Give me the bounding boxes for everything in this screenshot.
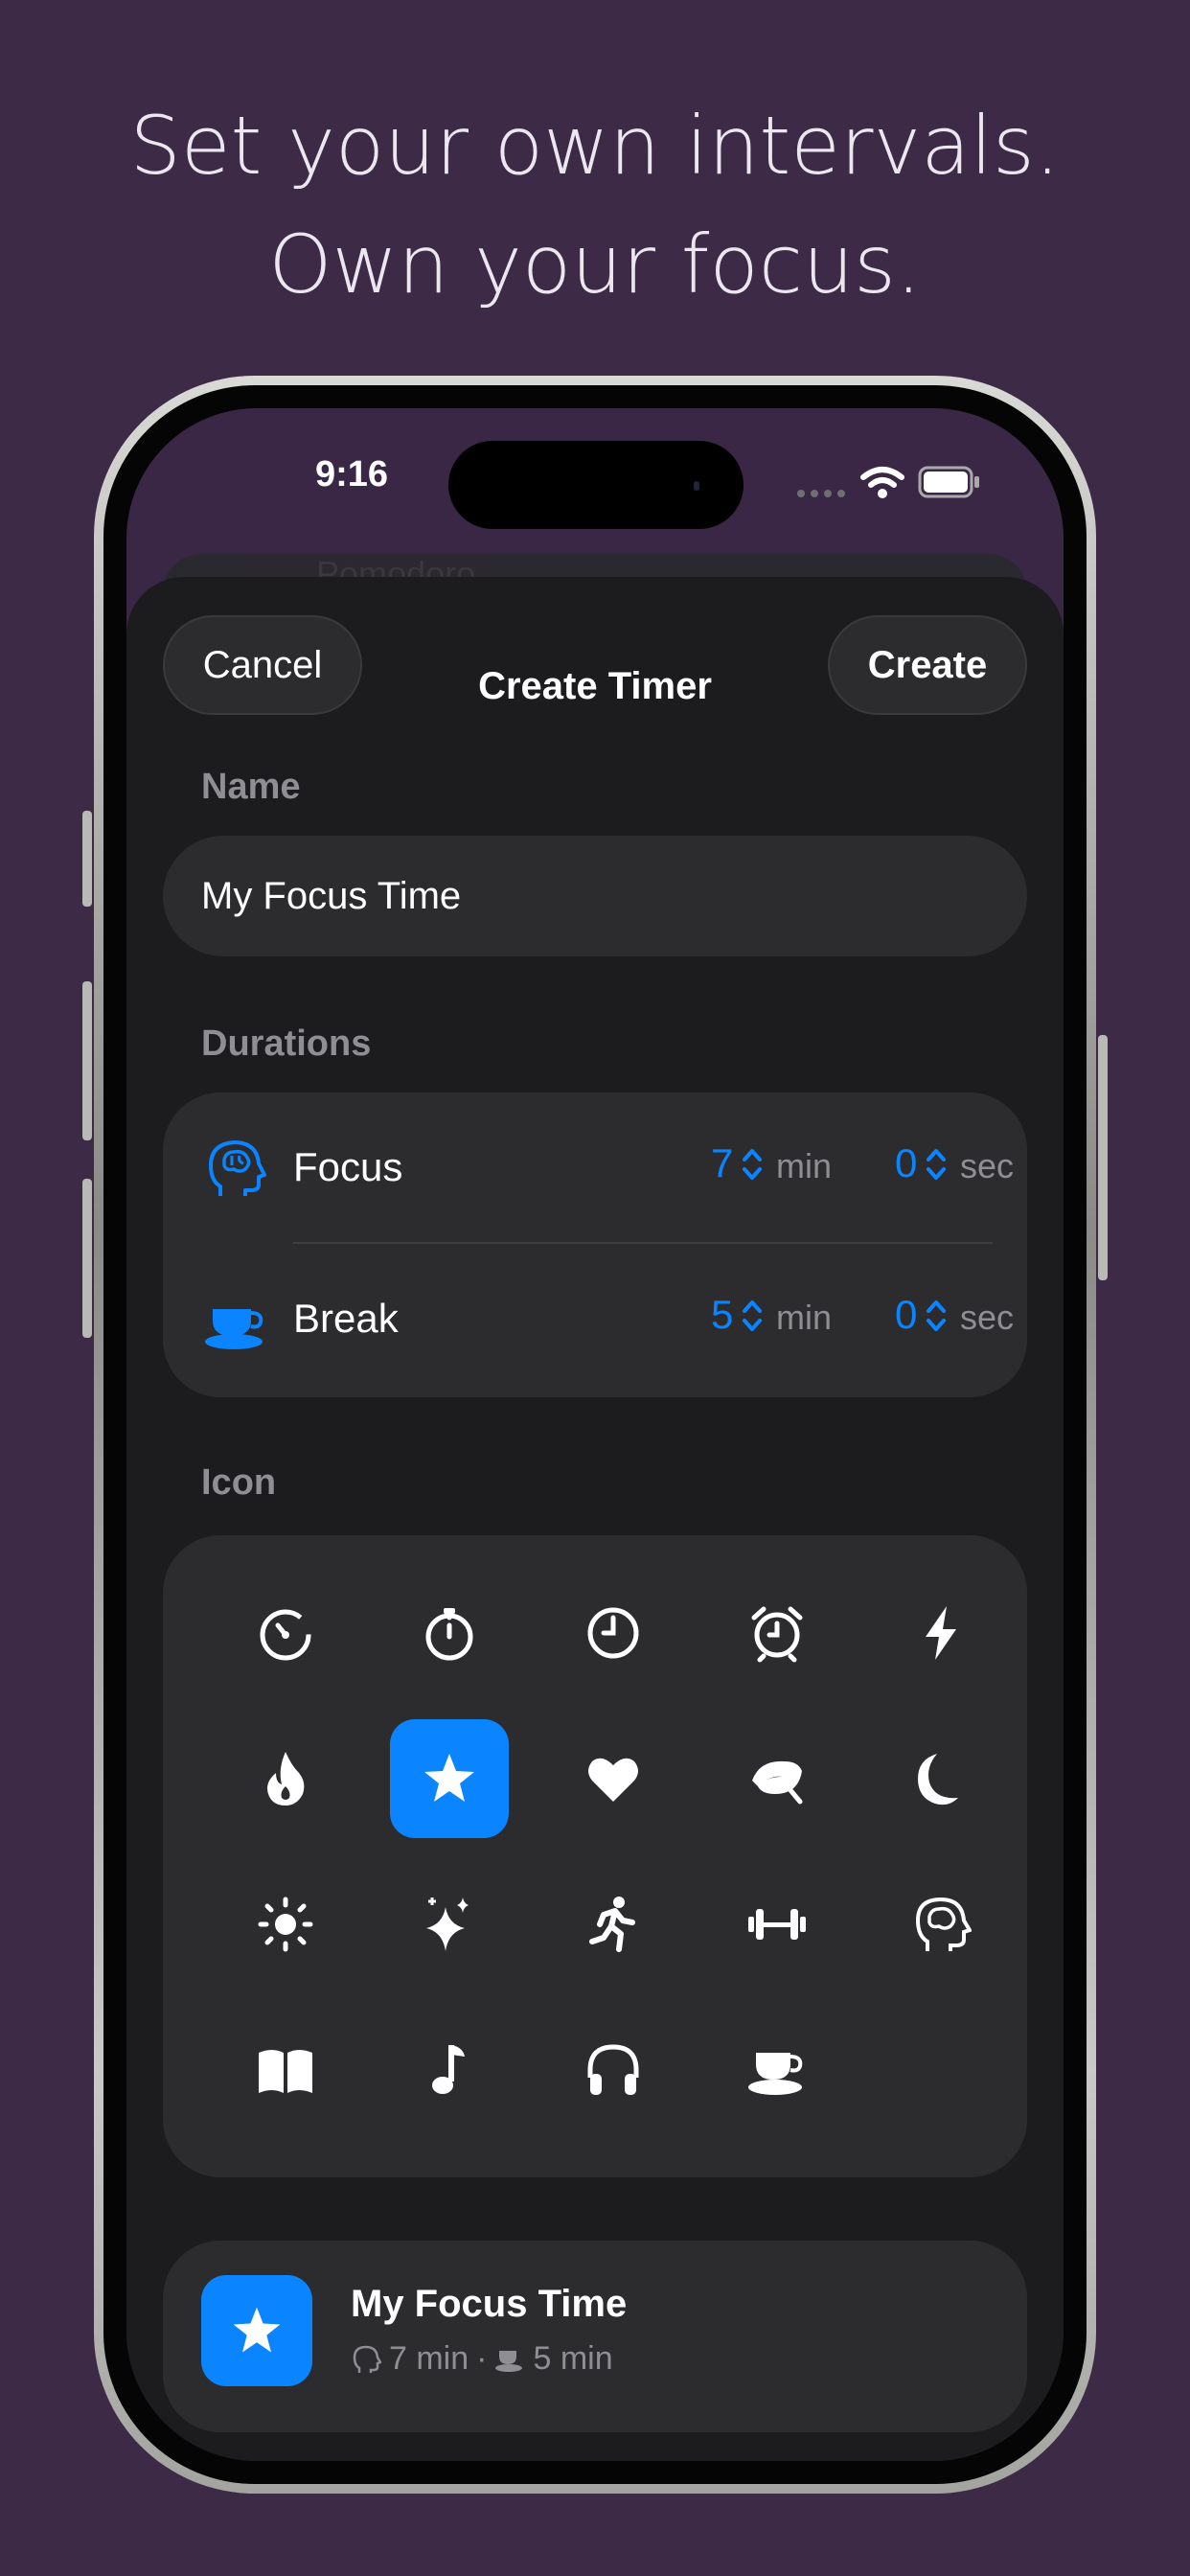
minutes-unit: min [776, 1298, 833, 1337]
brain-head-icon[interactable] [881, 1865, 1000, 1984]
seconds-unit: sec [960, 1298, 1015, 1337]
alarm-icon[interactable] [718, 1574, 836, 1692]
coffee-cup-icon [495, 2350, 523, 2372]
volume-down-button [82, 1179, 92, 1338]
coffee-cup-icon[interactable] [718, 2011, 836, 2129]
clock-icon[interactable] [554, 1574, 673, 1692]
name-section-label: Name [201, 767, 301, 807]
power-button [1098, 1035, 1108, 1280]
chevron-updown-icon[interactable] [742, 1140, 763, 1188]
book-icon[interactable] [226, 2011, 345, 2129]
marketing-headline-line1: Set your own intervals. [129, 99, 1061, 193]
break-minutes-value[interactable]: 5 [711, 1292, 733, 1338]
minutes-unit: min [776, 1146, 833, 1185]
sparkles-icon[interactable] [390, 1865, 509, 1984]
name-input[interactable]: My Focus Time [163, 836, 1027, 956]
focus-minutes-value[interactable]: 7 [711, 1140, 733, 1186]
volume-up-button [82, 981, 92, 1140]
dumbbell-icon[interactable] [718, 1865, 836, 1984]
battery-icon [918, 466, 979, 498]
phone-screen: 9:16 Pomodoro Cancel Create Timer Create… [126, 408, 1064, 2461]
dynamic-island [448, 441, 744, 529]
preview-break-duration: 5 min [533, 2340, 613, 2377]
durations-section-label: Durations [201, 1024, 372, 1064]
timer-preview-card: My Focus Time 7 min · 5 min [163, 2241, 1027, 2432]
moon-icon[interactable] [881, 1719, 1000, 1838]
duration-label: Focus [293, 1144, 403, 1189]
create-button[interactable]: Create [828, 615, 1027, 715]
preview-separator: · [476, 2340, 488, 2377]
duration-row-break: Break 5 min 0 sec [163, 1244, 1027, 1395]
leaf-icon[interactable] [718, 1719, 836, 1838]
seconds-unit: sec [960, 1146, 1015, 1185]
focus-seconds-value[interactable]: 0 [895, 1140, 917, 1186]
action-button [82, 811, 92, 907]
duration-label: Break [293, 1296, 399, 1341]
break-seconds-value[interactable]: 0 [895, 1292, 917, 1338]
durations-card: Focus 7 min 0 sec Break 5 min 0 sec [163, 1092, 1027, 1397]
heart-icon[interactable] [554, 1719, 673, 1838]
preview-focus-duration: 7 min [389, 2340, 469, 2377]
brain-head-icon [353, 2345, 381, 2373]
bolt-icon[interactable] [881, 1574, 1000, 1692]
preview-title: My Focus Time [351, 2283, 628, 2325]
flame-icon[interactable] [226, 1719, 345, 1838]
preview-subtitle: 7 min · 5 min [351, 2340, 613, 2378]
music-note-icon[interactable] [390, 2011, 509, 2129]
icon-section-label: Icon [201, 1462, 277, 1503]
create-timer-sheet: Cancel Create Timer Create Name My Focus… [126, 577, 1064, 2461]
marketing-headline-line2: Own your focus. [268, 218, 922, 311]
preview-badge [201, 2275, 312, 2386]
cellular-icon [797, 490, 845, 497]
runner-icon[interactable] [554, 1865, 673, 1984]
duration-row-focus: Focus 7 min 0 sec [163, 1092, 1027, 1244]
chevron-updown-icon[interactable] [926, 1140, 947, 1188]
wifi-icon [860, 467, 904, 498]
chevron-updown-icon[interactable] [926, 1292, 947, 1340]
status-time: 9:16 [314, 454, 389, 494]
headphones-icon[interactable] [554, 2011, 673, 2129]
stopwatch-icon[interactable] [390, 1574, 509, 1692]
sun-icon[interactable] [226, 1865, 345, 1984]
timer-icon[interactable] [226, 1574, 345, 1692]
coffee-cup-icon [205, 1309, 263, 1349]
star-icon [233, 2307, 281, 2353]
chevron-updown-icon[interactable] [742, 1292, 763, 1340]
star-icon[interactable] [390, 1719, 509, 1838]
brain-head-icon [209, 1140, 266, 1196]
